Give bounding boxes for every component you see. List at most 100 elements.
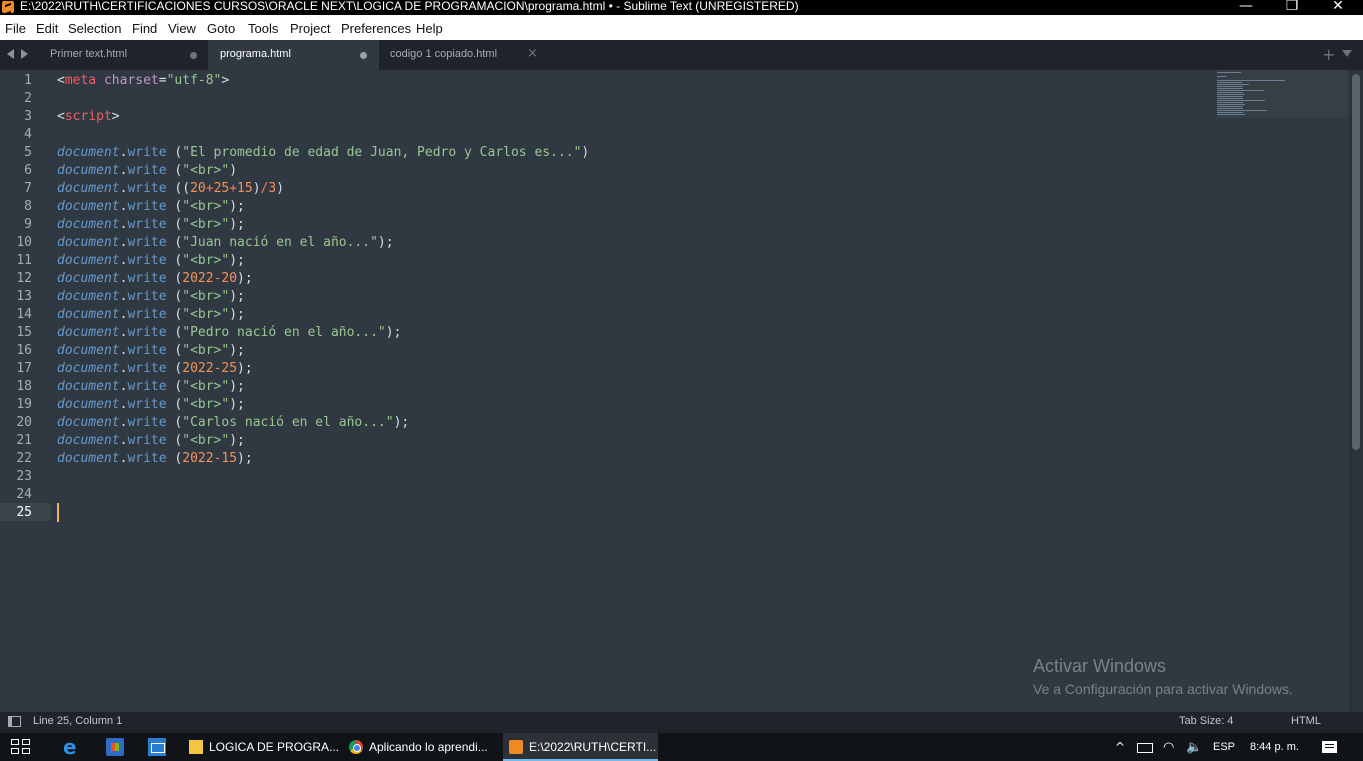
code-token: "<br>" <box>182 199 230 214</box>
folder-icon <box>189 740 203 754</box>
code-token: + <box>205 181 214 196</box>
menu-view[interactable]: View <box>168 21 196 36</box>
code-editor[interactable]: 1 2 3 4 5 6 7 8 9 10 11 12 13 14 15 16 17 18 19 20 21 22 23 24 2… <box>0 70 1352 712</box>
menu-edit[interactable]: Edit <box>36 21 58 36</box>
wifi-icon[interactable]: ◠ <box>1163 740 1174 755</box>
panel-toggle-icon[interactable] <box>8 716 21 727</box>
taskbar-clock[interactable]: 8:44 p. m. <box>1250 741 1299 753</box>
menu-help[interactable]: Help <box>416 21 443 36</box>
code-line[interactable]: document.write ("El promedio de edad de … <box>57 144 589 162</box>
code-line[interactable]: <script> <box>57 108 120 126</box>
code-line[interactable]: document.write ("Carlos nació en el año.… <box>57 414 409 432</box>
code-line[interactable]: document.write ("<br>"); <box>57 432 245 450</box>
code-line[interactable]: document.write ("<br>"); <box>57 288 245 306</box>
close-window-button[interactable]: ✕ <box>1315 0 1361 15</box>
edge-browser-icon[interactable]: e <box>63 737 81 757</box>
line-number: 1 <box>24 73 32 88</box>
code-line[interactable]: document.write (2022-15); <box>57 450 253 468</box>
new-tab-icon[interactable]: + <box>1322 45 1335 64</box>
menu-preferences[interactable]: Preferences <box>341 21 411 36</box>
code-line[interactable]: document.write ("<br>"); <box>57 252 245 270</box>
menu-selection[interactable]: Selection <box>68 21 121 36</box>
code-token: ( <box>166 325 183 340</box>
code-token: write <box>127 433 167 448</box>
close-tab-icon[interactable]: × <box>527 46 538 61</box>
code-line[interactable]: document.write (2022-25); <box>57 360 253 378</box>
tab-primer-text[interactable]: Primer text.html <box>36 40 208 70</box>
tab-scroll-left-icon[interactable] <box>7 49 14 59</box>
code-token: > <box>221 73 230 88</box>
code-token: write <box>127 217 167 232</box>
line-number: 7 <box>24 181 32 196</box>
code-line[interactable]: document.write (2022-20); <box>57 270 253 288</box>
code-line[interactable]: <meta charset="utf-8"> <box>57 72 229 90</box>
syntax-selector[interactable]: HTML <box>1291 715 1321 727</box>
taskbar-app-chrome[interactable]: Aplicando lo aprendi... <box>343 733 498 761</box>
line-number: 11 <box>16 253 32 268</box>
code-line[interactable]: document.write ("<br>"); <box>57 396 245 414</box>
code-token: "<br>" <box>182 379 230 394</box>
code-token: document <box>57 379 120 394</box>
volume-icon[interactable]: 🔈 <box>1186 740 1202 755</box>
code-token: 25 <box>221 361 238 376</box>
code-token: ); <box>237 271 253 286</box>
code-line[interactable]: document.write ("<br>"); <box>57 342 245 360</box>
line-number: 25 <box>16 505 32 520</box>
microsoft-store-icon[interactable] <box>106 738 124 756</box>
code-token: ( <box>166 163 183 178</box>
code-token: ( <box>166 145 183 160</box>
code-token: write <box>127 343 167 358</box>
scrollbar-thumb[interactable] <box>1352 74 1360 450</box>
code-line[interactable]: document.write ("Juan nació en el año...… <box>57 234 394 252</box>
mail-icon[interactable] <box>148 738 166 756</box>
menu-tools[interactable]: Tools <box>248 21 278 36</box>
activate-windows-title: Activar Windows <box>1033 656 1167 676</box>
code-token: write <box>127 379 167 394</box>
code-token: ); <box>393 415 410 430</box>
code-token: write <box>127 325 167 340</box>
code-token: 15 <box>221 451 238 466</box>
tab-list-chevron-icon[interactable] <box>1342 50 1352 57</box>
line-number: 5 <box>24 145 32 160</box>
line-number-gutter: 1 2 3 4 5 6 7 8 9 10 11 12 13 14 15 16 17 18 19 20 21 22 23 24 2… <box>0 70 50 712</box>
code-token: write <box>127 163 167 178</box>
code-token: ); <box>229 379 245 394</box>
tab-size-selector[interactable]: Tab Size: 4 <box>1179 715 1233 727</box>
restore-button[interactable]: ❐ <box>1269 0 1315 15</box>
code-line[interactable]: document.write ("<br>"); <box>57 306 245 324</box>
unsaved-dot-icon[interactable] <box>360 52 367 59</box>
unsaved-dot-icon[interactable] <box>190 52 197 59</box>
code-line[interactable]: document.write ("<br>"); <box>57 198 245 216</box>
task-view-icon[interactable] <box>11 739 33 756</box>
input-language[interactable]: ESP <box>1213 741 1235 753</box>
notifications-icon[interactable] <box>1322 741 1337 753</box>
code-token: ); <box>229 289 245 304</box>
taskbar-app-explorer[interactable]: LOGICA DE PROGRA... <box>183 733 339 761</box>
menu-project[interactable]: Project <box>290 21 330 36</box>
tab-label: Primer text.html <box>50 48 128 60</box>
menu-goto[interactable]: Goto <box>207 21 235 36</box>
tab-codigo-copiado[interactable]: codigo 1 copiado.html × <box>379 40 549 70</box>
code-line[interactable]: document.write ((20+25+15)/3) <box>57 180 284 198</box>
menu-file[interactable]: File <box>5 21 26 36</box>
code-line[interactable]: document.write ("<br>"); <box>57 216 245 234</box>
code-token: ( <box>166 415 183 430</box>
tab-scroll-right-icon[interactable] <box>21 49 28 59</box>
taskbar-app-sublime[interactable]: E:\2022\RUTH\CERTI... <box>503 733 658 761</box>
code-token: ); <box>385 325 402 340</box>
line-number: 22 <box>16 451 32 466</box>
code-line[interactable]: document.write ("<br>"); <box>57 378 245 396</box>
code-token: "<br>" <box>182 307 230 322</box>
tray-overflow-chevron-icon[interactable]: ^ <box>1115 740 1125 754</box>
code-token: write <box>127 289 167 304</box>
code-token: document <box>57 361 120 376</box>
code-line[interactable]: document.write ("<br>") <box>57 162 237 180</box>
minimap[interactable] <box>1217 72 1287 118</box>
tab-programa[interactable]: programa.html <box>208 40 379 70</box>
code-token: write <box>127 307 167 322</box>
menu-find[interactable]: Find <box>132 21 157 36</box>
minimize-button[interactable]: — <box>1223 0 1269 15</box>
minimap-line <box>1217 80 1285 81</box>
battery-icon[interactable] <box>1137 743 1153 753</box>
code-line[interactable]: document.write ("Pedro nació en el año..… <box>57 324 401 342</box>
